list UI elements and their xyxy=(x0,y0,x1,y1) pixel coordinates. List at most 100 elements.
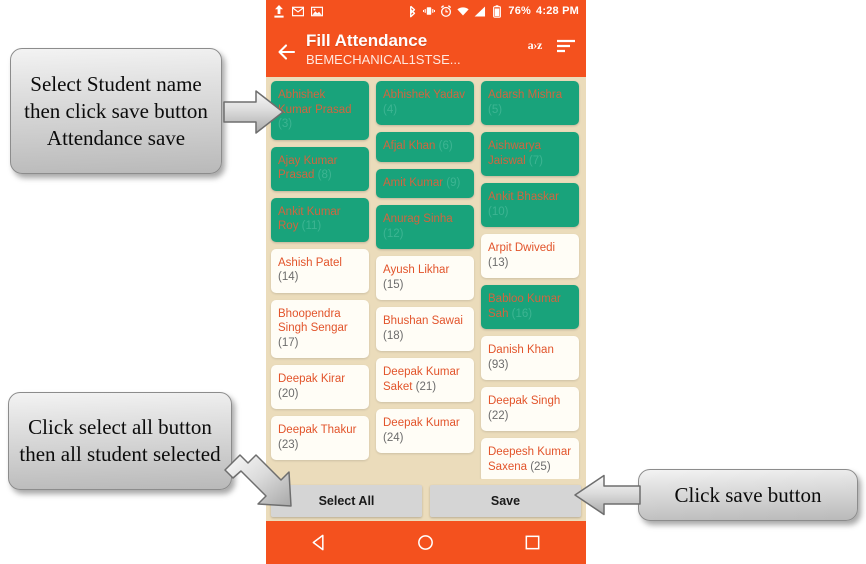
annotation-arrow-left xyxy=(572,473,642,517)
sort-lines-icon[interactable] xyxy=(556,39,576,53)
annotation-callout-select-student: Select Student name then click save butt… xyxy=(10,48,222,174)
student-roll-number: (13) xyxy=(488,256,509,269)
student-cell[interactable]: Adarsh Mishra (5) xyxy=(481,81,579,125)
student-roll-number: (6) xyxy=(435,140,453,152)
app-bar: Fill Attendance BEMECHANICAL1STSE... a›z xyxy=(266,22,586,77)
student-cell[interactable]: Arpit Dwivedi (13) xyxy=(481,234,579,278)
upload-icon xyxy=(273,4,285,18)
nav-back-triangle-icon[interactable] xyxy=(310,533,329,552)
sort-alpha-icon[interactable]: a›z xyxy=(528,38,543,53)
student-name: Bhushan Sawai xyxy=(383,315,463,327)
battery-icon xyxy=(491,4,503,18)
student-grid-column: Abhishek Kumar Prasad (3) Ajay Kumar Pras… xyxy=(271,81,369,460)
save-button[interactable]: Save xyxy=(430,485,581,517)
status-bar-right-icons: 76% 4:28 PM xyxy=(406,4,579,18)
student-name: Arpit Dwivedi xyxy=(488,242,556,254)
clock-time: 4:28 PM xyxy=(536,5,579,17)
student-cell[interactable]: Bhoopendra Singh Sengar (17) xyxy=(271,299,369,358)
student-cell[interactable]: Afjal Khan (6) xyxy=(376,132,474,162)
student-roll-number: (14) xyxy=(278,271,299,283)
student-roll-number: (16) xyxy=(508,307,533,320)
student-cell[interactable]: Ashish Patel (14) xyxy=(271,248,369,293)
page-subtitle: BEMECHANICAL1STSE... xyxy=(306,52,461,67)
annotation-text: Click select all button then all student… xyxy=(19,415,221,466)
student-cell[interactable]: Danish Khan (93) xyxy=(481,336,579,380)
student-name: Danish Khan xyxy=(488,344,554,356)
student-roll-number: (21) xyxy=(412,380,437,393)
page-title: Fill Attendance xyxy=(306,31,428,50)
annotation-arrow-right-top xyxy=(222,88,286,136)
student-name: Ankit Bhaskar xyxy=(488,191,559,203)
student-cell[interactable]: Ankit Kumar Roy (11) xyxy=(271,197,369,242)
student-cell[interactable]: Bhushan Sawai (18) xyxy=(376,307,474,351)
student-cell[interactable]: Deepak Kumar Saket (21) xyxy=(376,358,474,402)
student-cell[interactable]: Ankit Bhaskar (10) xyxy=(481,183,579,227)
student-roll-number: (8) xyxy=(314,169,332,181)
student-cell[interactable]: Deepak Kirar (20) xyxy=(271,365,369,409)
student-cell[interactable]: Anurag Sinha (12) xyxy=(376,205,474,249)
student-roll-number: (93) xyxy=(488,358,509,371)
student-roll-number: (15) xyxy=(383,278,404,291)
nav-recents-square-icon[interactable] xyxy=(523,533,542,552)
student-name: Anurag Sinha xyxy=(383,213,453,225)
alarm-icon xyxy=(440,5,452,18)
student-roll-number: (23) xyxy=(278,438,299,451)
student-roll-number: (4) xyxy=(383,103,398,116)
back-arrow-icon[interactable] xyxy=(274,39,300,65)
bluetooth-icon xyxy=(406,5,418,18)
student-name: Ayush Likhar xyxy=(383,264,450,276)
status-bar: 76% 4:28 PM xyxy=(266,0,586,22)
student-cell[interactable]: Abhishek Yadav (4) xyxy=(376,81,474,125)
student-cell[interactable]: Amit Kumar (9) xyxy=(376,168,474,198)
screenshot-icon xyxy=(311,5,323,18)
student-roll-number: (25) xyxy=(527,460,551,473)
battery-percent: 76% xyxy=(508,5,532,17)
student-name: Bhoopendra Singh Sengar xyxy=(278,307,348,335)
student-name: Deepak Thakur xyxy=(278,424,357,436)
mail-icon xyxy=(292,5,304,18)
student-roll-number: (17) xyxy=(278,336,299,349)
student-roll-number: (11) xyxy=(298,220,322,232)
app-bar-actions: a›z xyxy=(528,38,576,53)
signal-icon xyxy=(474,5,486,18)
student-grid-column: Abhishek Yadav (4) Afjal Khan (6) Amit Kum… xyxy=(376,81,474,453)
student-cell[interactable]: Babloo Kumar Sah (16) xyxy=(481,285,579,329)
vibrate-icon xyxy=(423,5,436,18)
nav-home-circle-icon[interactable] xyxy=(416,533,435,552)
app-bar-titles: Fill Attendance BEMECHANICAL1STSE... xyxy=(306,31,528,68)
student-name: Adarsh Mishra xyxy=(488,89,563,101)
screenshot-root: 76% 4:28 PM Fill Attendance BEMECHANICAL… xyxy=(0,0,866,564)
student-roll-number: (24) xyxy=(383,431,404,444)
action-button-bar: Select All Save xyxy=(266,481,586,521)
student-roll-number: (10) xyxy=(488,205,509,218)
student-cell[interactable]: Deepesh Kumar Saxena (25) xyxy=(481,438,579,479)
phone-screen: 76% 4:28 PM Fill Attendance BEMECHANICAL… xyxy=(266,0,586,564)
student-roll-number: (9) xyxy=(443,176,461,189)
student-name: Deepak Singh xyxy=(488,395,561,407)
annotation-arrow-diagonal-down xyxy=(222,452,294,514)
student-name: Abhishek Yadav xyxy=(383,89,466,101)
student-cell[interactable]: Deepak Kumar (24) xyxy=(376,409,474,453)
student-name: Deepak Kumar xyxy=(383,417,460,429)
student-name: Abhishek Kumar Prasad xyxy=(278,89,352,116)
student-grid-column: Adarsh Mishra (5) Aishwarya Jaiswal (7) An… xyxy=(481,81,579,479)
wifi-icon xyxy=(457,5,470,18)
student-grid[interactable]: Abhishek Kumar Prasad (3) Ajay Kumar Pras… xyxy=(266,77,586,479)
student-cell[interactable]: Aishwarya Jaiswal (7) xyxy=(481,132,579,176)
student-roll-number: (12) xyxy=(383,227,404,240)
student-cell[interactable]: Ayush Likhar (15) xyxy=(376,256,474,300)
status-bar-left-icons xyxy=(273,4,323,18)
annotation-text: Click save button xyxy=(674,482,822,507)
student-cell[interactable]: Ajay Kumar Prasad (8) xyxy=(271,146,369,191)
annotation-callout-select-all: Click select all button then all student… xyxy=(8,392,232,490)
android-nav-bar xyxy=(266,521,586,564)
student-name: Ashish Patel xyxy=(278,256,342,269)
student-roll-number: (5) xyxy=(488,103,503,116)
student-name: Amit Kumar xyxy=(383,176,444,189)
student-roll-number: (18) xyxy=(383,329,404,342)
student-cell[interactable]: Deepak Singh (22) xyxy=(481,387,579,431)
student-roll-number: (22) xyxy=(488,409,509,422)
student-name: Deepak Kirar xyxy=(278,373,346,385)
student-roll-number: (7) xyxy=(525,154,543,167)
student-roll-number: (20) xyxy=(278,387,299,400)
